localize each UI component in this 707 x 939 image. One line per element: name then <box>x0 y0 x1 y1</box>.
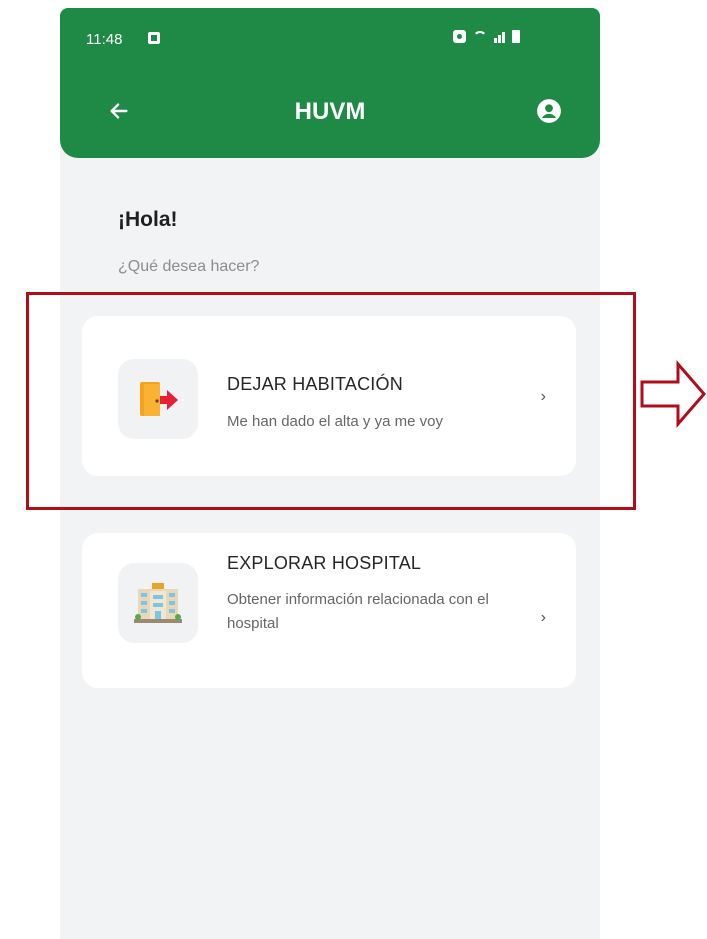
signal-icon <box>494 30 505 43</box>
greeting-subtitle: ¿Qué desea hacer? <box>118 258 260 275</box>
annotation-arrow-icon <box>640 359 706 429</box>
app-title: HUVM <box>294 98 366 125</box>
notification-icon <box>148 32 160 44</box>
status-time: 11:48 <box>86 31 123 48</box>
app-bar: 11:48 HUVM <box>60 8 600 158</box>
user-circle-icon <box>537 99 561 123</box>
option-explore-hospital[interactable]: EXPLORAR HOSPITAL Obtener información re… <box>82 533 576 688</box>
greeting-title: ¡Hola! <box>118 208 178 231</box>
alarm-icon <box>453 30 466 43</box>
highlight-box <box>26 292 636 510</box>
status-icons <box>453 30 520 43</box>
option-description: Obtener información relacionada con el h… <box>227 591 489 632</box>
chevron-right-icon: › <box>540 609 546 626</box>
wifi-icon <box>473 31 487 43</box>
option-title: EXPLORAR HOSPITAL <box>227 553 422 573</box>
option-icon-box <box>118 563 198 643</box>
battery-icon <box>512 30 520 43</box>
hospital-building-icon <box>134 583 182 623</box>
profile-button[interactable] <box>534 96 564 126</box>
